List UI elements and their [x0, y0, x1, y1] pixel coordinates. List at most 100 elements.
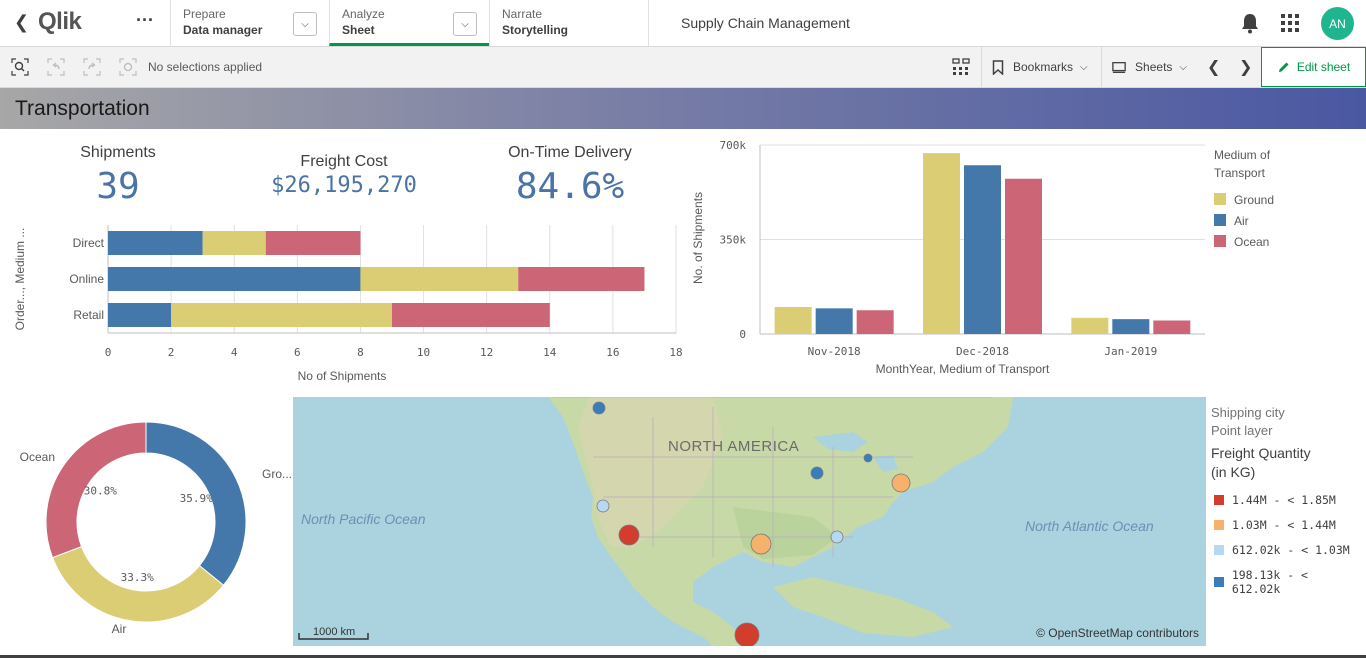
legend-swatch [1214, 545, 1224, 555]
bar [774, 307, 812, 334]
map-layer-type: Point layer [1211, 423, 1273, 438]
insights-grid-icon[interactable] [952, 58, 970, 76]
bookmarks-button[interactable]: Bookmarks ⌵ [981, 47, 1101, 87]
bar-segment [360, 267, 519, 291]
map-legend-title: Freight Quantity (in KG) [1211, 445, 1311, 480]
ellipsis-icon[interactable]: ··· [136, 10, 154, 31]
apps-grid-icon[interactable] [1281, 14, 1299, 32]
smart-search-icon[interactable] [11, 58, 29, 76]
bar-segment [518, 267, 645, 291]
legend-swatch [1214, 235, 1226, 247]
map-city-point [596, 499, 610, 513]
map-canvas[interactable]: NORTH AMERICA North Pacific Ocean North … [293, 397, 1206, 646]
y-axis-title: Order..., Medium ... [13, 228, 27, 331]
nav-label: Storytelling [502, 23, 569, 37]
slice-name-label: Ocean [20, 450, 55, 464]
legend-label: 1.44M - < 1.85M [1232, 493, 1336, 507]
chevron-down-icon[interactable]: ⌵ [453, 12, 477, 36]
legend-item: Ocean [1234, 235, 1269, 249]
x-tick-label: 2 [168, 346, 175, 359]
step-back-icon[interactable] [47, 58, 65, 76]
map-label-pacific: North Pacific Ocean [301, 511, 426, 527]
x-tick-label: 14 [543, 346, 557, 359]
bell-icon[interactable] [1240, 12, 1260, 34]
legend-swatch [1214, 577, 1224, 587]
kpi-value: 84.6% [515, 166, 625, 207]
top-bar: ❮ Qlik ··· Prepare Data manager ⌵ Analyz… [0, 0, 1366, 47]
previous-sheet-button[interactable]: ❮ [1197, 47, 1229, 87]
pencil-icon [1278, 62, 1289, 72]
bar [856, 310, 894, 334]
map-legend: Shipping city Point layer Freight Quanti… [1211, 404, 1361, 596]
y-tick-label: 350k [720, 234, 747, 247]
y-tick-label: 0 [739, 328, 746, 341]
map-label-continent: NORTH AMERICA [668, 438, 799, 455]
medium-share-donut-chart[interactable]: 35.9% Gro... 33.3% Air 30.8% Ocean [0, 400, 292, 650]
bookmarks-label: Bookmarks [1013, 60, 1074, 74]
x-tick-label: 6 [294, 346, 301, 359]
bar-segment [108, 303, 172, 327]
kpi-freight-cost[interactable]: Freight Cost $26,195,270 [254, 153, 434, 198]
map-city-point [592, 401, 606, 415]
y-tick-label: Online [69, 272, 104, 286]
x-tick-label: 10 [417, 346, 430, 359]
bar-segment [265, 231, 361, 255]
map-legend-item: 1.03M - < 1.44M [1211, 518, 1361, 532]
nav-caption: Prepare [183, 7, 226, 21]
map-scale-label: 1000 km [313, 626, 355, 638]
map-city-point [750, 533, 772, 555]
bar-segment [171, 303, 392, 327]
next-sheet-button[interactable]: ❯ [1229, 47, 1261, 87]
y-tick-label: 700k [720, 139, 747, 152]
orders-by-channel-chart[interactable]: 0 2 4 6 8 10 12 14 16 18DirectOnlineRetailNo of S… [0, 215, 690, 390]
shipping-map[interactable]: NORTH AMERICA North Pacific Ocean North … [293, 397, 1206, 646]
selections-status: No selections applied [148, 60, 263, 74]
bar-segment [108, 267, 361, 291]
kpi-title: Freight Cost [300, 153, 388, 170]
chevron-down-icon[interactable]: ⌵ [293, 12, 317, 36]
y-tick-label: Retail [73, 308, 104, 322]
y-axis-title: No. of Shipments [691, 192, 705, 284]
slice-value-label: 33.3% [121, 571, 154, 584]
map-city-point [863, 453, 873, 463]
map-city-point [618, 524, 640, 546]
step-forward-icon[interactable] [83, 58, 101, 76]
y-tick-label: Direct [73, 236, 105, 250]
kpi-value: $26,195,270 [271, 173, 417, 198]
bar-segment [202, 231, 266, 255]
clear-selections-icon[interactable] [119, 58, 137, 76]
sheets-button[interactable]: Sheets ⌵ [1101, 47, 1197, 87]
logo-text: Qlik [38, 8, 82, 35]
map-label-atlantic: North Atlantic Ocean [1025, 518, 1154, 534]
map-legend-item: 198.13k - < 612.02k [1211, 568, 1361, 596]
qlik-logo[interactable]: Qlik [38, 8, 82, 36]
nav-caption: Analyze [342, 7, 385, 21]
legend-label: 198.13k - < 612.02k [1231, 568, 1308, 596]
nav-label: Data manager [183, 23, 263, 37]
slice-name-label: Air [112, 622, 127, 636]
kpi-on-time-delivery[interactable]: On-Time Delivery 84.6% [490, 144, 650, 207]
land-caribbean [773, 577, 953, 637]
map-city-point [891, 473, 911, 493]
kpi-value: 39 [96, 166, 140, 207]
sheet-title-bar: Transportation [0, 88, 1366, 129]
chevron-left-icon[interactable]: ❮ [14, 12, 29, 33]
sheets-label: Sheets [1135, 60, 1173, 74]
kpi-shipments[interactable]: Shipments 39 [58, 144, 178, 207]
nav-analyze[interactable]: Analyze Sheet ⌵ [329, 0, 489, 46]
x-tick-label: Dec-2018 [956, 345, 1009, 358]
edit-sheet-button[interactable]: Edit sheet [1261, 47, 1366, 87]
donut-slice [51, 545, 225, 623]
legend-title: Transport [1214, 166, 1266, 180]
legend-title: Medium of [1214, 148, 1271, 162]
legend-swatch [1214, 495, 1224, 505]
avatar[interactable]: AN [1321, 7, 1354, 40]
slice-value-label: 35.9% [180, 492, 213, 505]
shipments-by-month-chart[interactable]: 0 350k 700k Nov-2018 Dec-2018 Jan-2019 MonthYe… [680, 130, 1366, 385]
chevron-left-icon: ❮ [1207, 59, 1221, 76]
x-tick-label: 8 [357, 346, 364, 359]
map-attribution[interactable]: © OpenStreetMap contributors [1036, 626, 1199, 640]
nav-narrate[interactable]: Narrate Storytelling [489, 0, 649, 46]
legend-swatch [1214, 214, 1226, 226]
nav-prepare[interactable]: Prepare Data manager ⌵ [170, 0, 329, 46]
